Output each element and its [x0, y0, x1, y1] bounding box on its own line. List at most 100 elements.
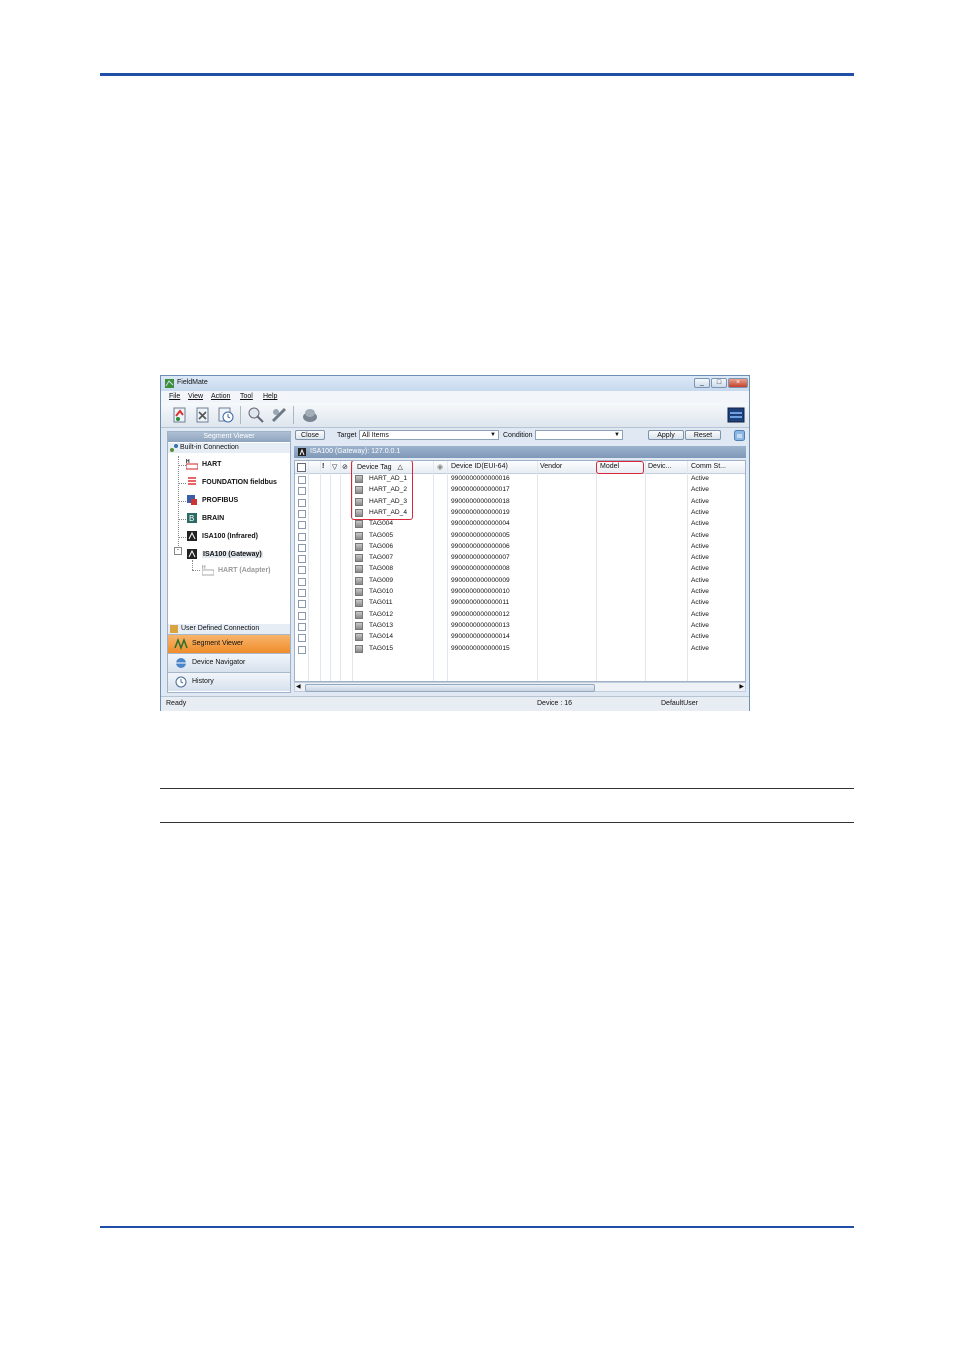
menu-file[interactable]: File — [169, 393, 180, 400]
comm-status-cell: Active — [691, 542, 709, 550]
horizontal-scrollbar[interactable]: ◀ ▶ — [294, 682, 746, 692]
row-checkbox[interactable] — [298, 611, 306, 620]
status-column-icon[interactable]: ◉ — [437, 463, 443, 471]
target-select[interactable]: All Items ▼ — [359, 430, 499, 440]
row-checkbox[interactable] — [298, 509, 306, 518]
row-checkbox[interactable] — [298, 577, 306, 586]
user-defined-connection-header[interactable]: User Defined Connection — [168, 624, 290, 634]
table-row[interactable]: TAG013 9900000000000013 Active — [295, 621, 745, 632]
row-checkbox[interactable] — [298, 498, 306, 507]
tree-item-foundation-fieldbus[interactable]: FOUNDATION fieldbus — [202, 479, 277, 486]
status-bar: Ready Device : 16 DefaultUser — [161, 696, 749, 711]
column-header-device[interactable]: Devic... — [648, 463, 671, 470]
nav-device-navigator[interactable]: Device Navigator — [168, 653, 290, 672]
tree-item-hart-adapter[interactable]: HART (Adapter) — [218, 567, 271, 574]
row-checkbox[interactable] — [298, 555, 306, 564]
filter-column-icon[interactable]: ▽ — [332, 463, 337, 471]
table-row[interactable]: TAG010 9900000000000010 Active — [295, 587, 745, 598]
close-window-button[interactable]: × — [728, 378, 748, 388]
menu-tool[interactable]: Tool — [240, 393, 253, 400]
device-icon — [355, 610, 363, 619]
device-icon — [355, 633, 363, 642]
menu-help[interactable]: Help — [263, 393, 277, 400]
close-button[interactable]: Close — [295, 430, 325, 440]
device-icon — [355, 644, 363, 653]
scrollbar-thumb[interactable] — [305, 684, 595, 692]
table-row[interactable]: TAG007 9900000000000007 Active — [295, 553, 745, 564]
comm-status-cell: Active — [691, 644, 709, 652]
nav-segment-viewer[interactable]: Segment Viewer — [168, 634, 290, 653]
nav-segment-viewer-label: Segment Viewer — [192, 640, 244, 647]
row-checkbox[interactable] — [298, 543, 306, 552]
row-checkbox[interactable] — [298, 566, 306, 575]
nav-history[interactable]: History — [168, 672, 290, 691]
apply-button[interactable]: Apply — [648, 430, 684, 440]
comm-status-cell: Active — [691, 508, 709, 516]
attachment-column-icon[interactable]: ⊘ — [342, 463, 348, 471]
nav-device-navigator-label: Device Navigator — [192, 659, 246, 666]
device-id-cell: 9900000000000010 — [451, 588, 510, 595]
tree-item-hart[interactable]: HART — [202, 461, 221, 468]
isa100-gateway-icon — [187, 549, 197, 559]
device-grid: ! ▽ ⊘ Device Tag △ ◉ Device ID(EUI-64) V… — [294, 460, 746, 682]
chevron-down-icon: ▼ — [614, 432, 620, 438]
condition-select[interactable]: ▼ — [535, 430, 623, 440]
reset-button[interactable]: Reset — [685, 430, 721, 440]
row-checkbox[interactable] — [298, 476, 306, 484]
minimize-button[interactable]: _ — [694, 378, 710, 388]
row-checkbox[interactable] — [298, 645, 306, 654]
segment-viewer-header: Segment Viewer — [168, 432, 290, 442]
table-row[interactable]: TAG004 9900000000000004 Active — [295, 519, 745, 530]
row-checkbox[interactable] — [298, 487, 306, 496]
tree-connector — [192, 560, 193, 570]
row-checkbox[interactable] — [298, 521, 306, 530]
tree-item-isa100-gateway[interactable]: ISA100 (Gateway) — [202, 551, 263, 558]
select-all-checkbox[interactable] — [297, 463, 306, 472]
comm-status-cell: Active — [691, 599, 709, 607]
table-row[interactable]: TAG012 9900000000000012 Active — [295, 610, 745, 621]
table-row[interactable]: TAG014 9900000000000014 Active — [295, 632, 745, 643]
table-row[interactable]: TAG006 9900000000000006 Active — [295, 542, 745, 553]
tree-item-brain[interactable]: BRAIN — [202, 515, 224, 522]
row-checkbox[interactable] — [298, 622, 306, 631]
table-row[interactable]: TAG009 9900000000000009 Active — [295, 576, 745, 587]
hart-adapter-icon: H — [202, 565, 214, 576]
device-id-cell: 9900000000000018 — [451, 497, 510, 505]
tree-item-profibus[interactable]: PROFIBUS — [202, 497, 238, 504]
monitor-icon[interactable] — [727, 406, 745, 424]
tree-connector — [178, 465, 186, 466]
maximize-button[interactable]: □ — [711, 378, 727, 388]
device-id-cell: 9900000000000012 — [451, 610, 510, 618]
user-connection-icon — [170, 625, 178, 633]
table-row[interactable]: TAG008 9900000000000008 Active — [295, 564, 745, 575]
tree-item-isa100-infrared[interactable]: ISA100 (Infrared) — [202, 533, 258, 540]
device-tag-cell: TAG014 — [369, 633, 394, 641]
column-header-comm-status[interactable]: Comm St... — [691, 463, 726, 470]
table-row[interactable]: TAG005 9900000000000005 Active — [295, 531, 745, 542]
built-in-connection-header[interactable]: Built-in Connection — [168, 443, 290, 453]
row-checkbox[interactable] — [298, 600, 306, 609]
search-device-icon[interactable] — [247, 406, 265, 424]
scroll-right-icon[interactable]: ▶ — [739, 683, 744, 690]
disconnect-icon[interactable] — [270, 406, 288, 424]
toolbar-separator — [293, 406, 294, 424]
column-header-device-id[interactable]: Device ID(EUI-64) — [451, 463, 508, 470]
delete-device-icon[interactable] — [194, 406, 212, 424]
schedule-icon[interactable] — [217, 406, 235, 424]
panel-options-icon[interactable] — [734, 430, 745, 441]
column-header-vendor[interactable]: Vendor — [540, 463, 562, 470]
table-row[interactable]: TAG015 9900000000000015 Active — [295, 644, 745, 655]
menu-action[interactable]: Action — [211, 393, 230, 400]
device-id-cell: 9900000000000014 — [451, 633, 510, 641]
collapse-toggle[interactable]: - — [174, 547, 182, 555]
menu-view[interactable]: View — [188, 393, 203, 400]
row-checkbox[interactable] — [298, 589, 306, 597]
row-checkbox[interactable] — [298, 532, 306, 541]
device-navigator-icon — [176, 658, 186, 668]
table-row[interactable]: TAG011 9900000000000011 Active — [295, 598, 745, 609]
row-checkbox[interactable] — [298, 634, 306, 643]
device-settings-icon[interactable] — [301, 406, 319, 424]
open-device-icon[interactable] — [171, 406, 189, 424]
alert-column-icon[interactable]: ! — [322, 463, 324, 470]
scroll-left-icon[interactable]: ◀ — [296, 683, 301, 690]
